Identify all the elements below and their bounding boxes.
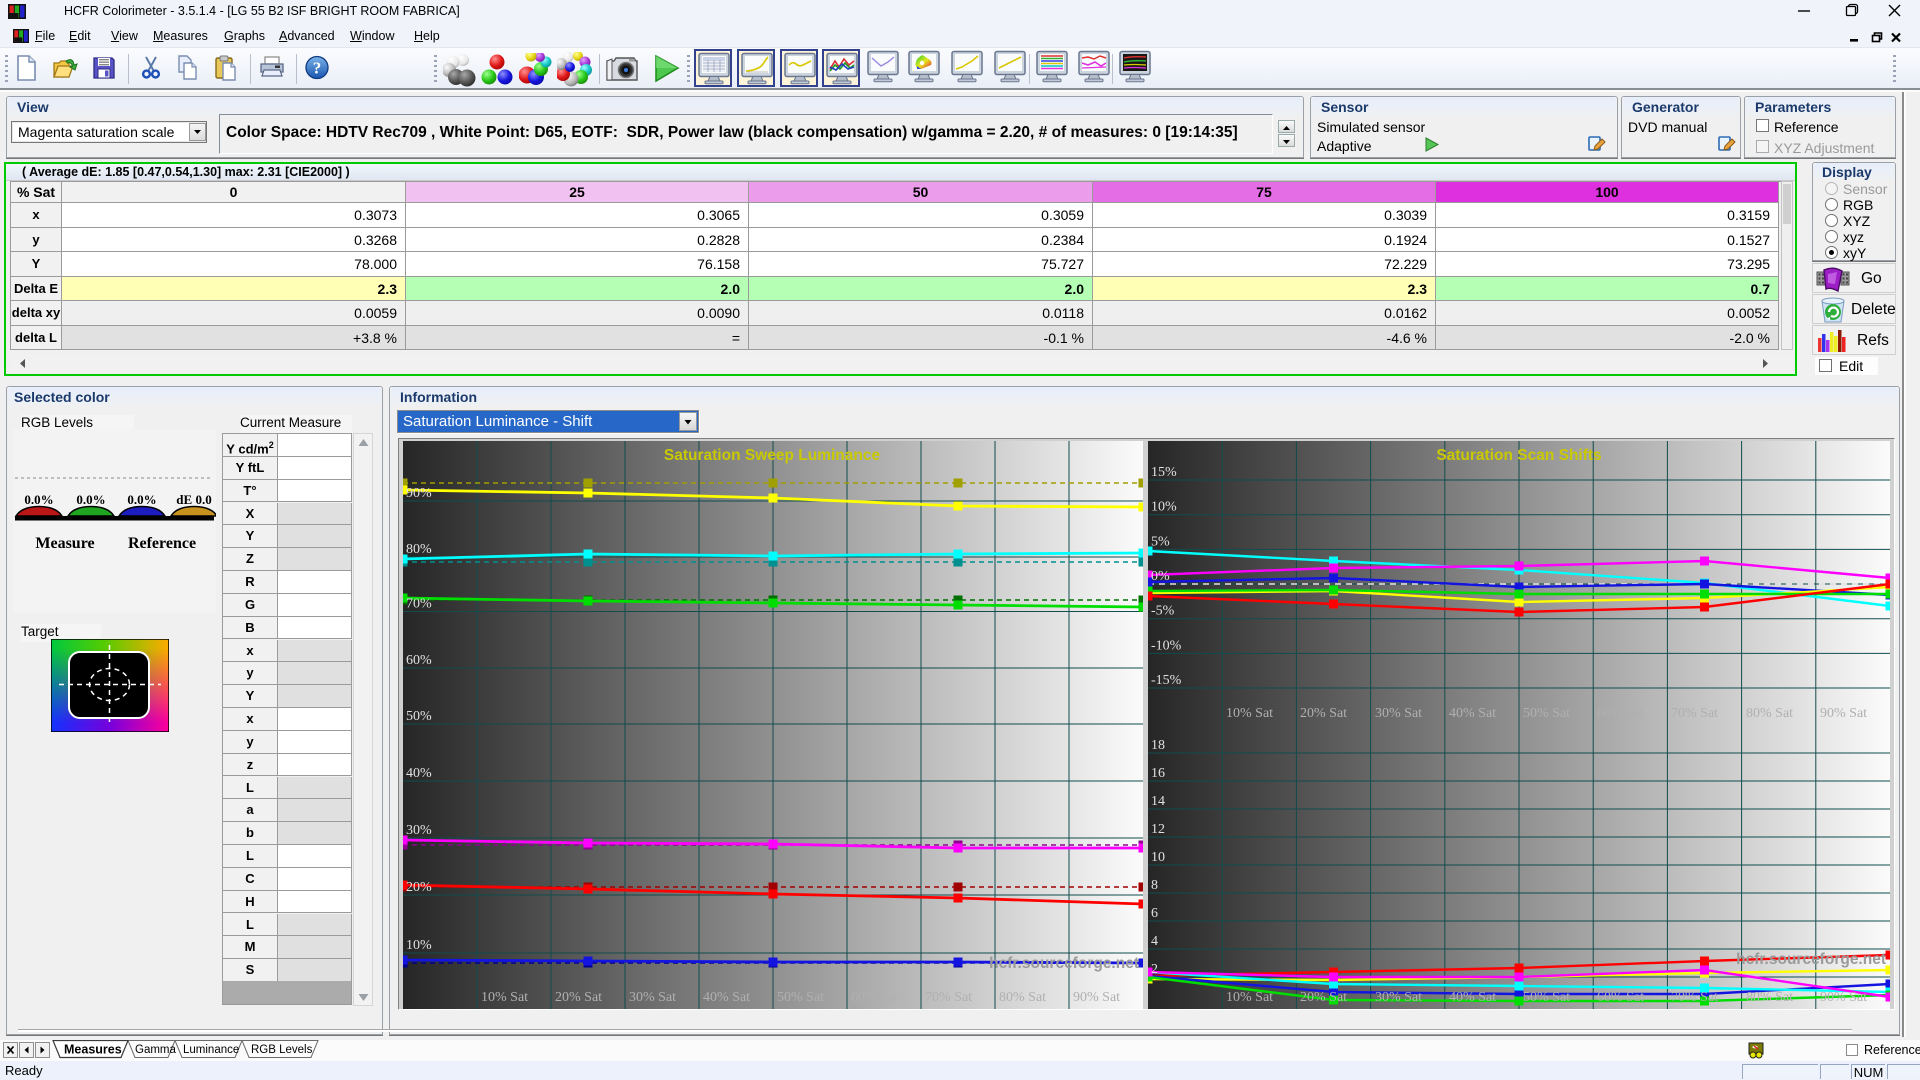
svg-text:6: 6 [1151, 906, 1158, 921]
svg-text:0.0%: 0.0% [24, 492, 53, 507]
svg-text:60% Sat: 60% Sat [1597, 706, 1644, 721]
svg-text:90% Sat: 90% Sat [1820, 706, 1867, 721]
svg-text:70% Sat: 70% Sat [1671, 706, 1718, 721]
svg-text:Measure: Measure [35, 535, 94, 552]
svg-text:RGB Levels: RGB Levels [251, 1044, 313, 1056]
svg-text:?: ? [313, 59, 322, 78]
svg-text:90%: 90% [406, 486, 432, 501]
svg-text:0.0%: 0.0% [127, 492, 156, 507]
svg-text:2: 2 [1151, 962, 1158, 977]
svg-text:50% Sat: 50% Sat [1523, 990, 1570, 1005]
svg-text:18: 18 [1151, 738, 1165, 753]
svg-text:-10%: -10% [1151, 638, 1182, 653]
svg-text:hcfr.sourceforge.net: hcfr.sourceforge.net [1736, 951, 1886, 968]
svg-text:Luminance: Luminance [183, 1044, 239, 1056]
svg-text:50% Sat: 50% Sat [777, 990, 824, 1005]
svg-text:80% Sat: 80% Sat [1746, 706, 1793, 721]
svg-text:10% Sat: 10% Sat [1226, 990, 1273, 1005]
svg-text:-5%: -5% [1151, 604, 1175, 619]
svg-text:40% Sat: 40% Sat [703, 990, 750, 1005]
svg-text:-15%: -15% [1151, 673, 1182, 688]
svg-text:30% Sat: 30% Sat [629, 990, 676, 1005]
svg-text:80% Sat: 80% Sat [1746, 990, 1793, 1005]
svg-text:8: 8 [1151, 878, 1158, 893]
svg-text:20% Sat: 20% Sat [1300, 990, 1347, 1005]
svg-text:20%: 20% [406, 880, 432, 895]
svg-text:70%: 70% [406, 597, 432, 612]
svg-text:40% Sat: 40% Sat [1449, 706, 1496, 721]
svg-text:Gamma: Gamma [135, 1044, 177, 1056]
svg-text:20% Sat: 20% Sat [555, 990, 602, 1005]
svg-text:10%: 10% [1151, 500, 1177, 515]
svg-text:90% Sat: 90% Sat [1820, 990, 1867, 1005]
svg-text:4: 4 [1151, 934, 1158, 949]
svg-text:40%: 40% [406, 766, 432, 781]
svg-text:30% Sat: 30% Sat [1375, 706, 1422, 721]
svg-text:14: 14 [1151, 794, 1165, 809]
svg-text:30%: 30% [406, 823, 432, 838]
svg-text:15%: 15% [1151, 465, 1177, 480]
svg-text:60%: 60% [406, 653, 432, 668]
svg-text:Saturation Sweep Luminance: Saturation Sweep Luminance [664, 447, 881, 464]
svg-text:80%: 80% [406, 542, 432, 557]
svg-text:10: 10 [1151, 850, 1165, 865]
svg-text:dE 0.0: dE 0.0 [176, 492, 211, 507]
svg-text:50%: 50% [406, 709, 432, 724]
svg-text:70% Sat: 70% Sat [925, 990, 972, 1005]
svg-text:Reference: Reference [128, 535, 196, 552]
svg-text:0.0%: 0.0% [76, 492, 105, 507]
svg-text:Measures: Measures [64, 1043, 122, 1057]
svg-text:60% Sat: 60% Sat [851, 990, 898, 1005]
svg-text:10%: 10% [406, 938, 432, 953]
svg-text:50% Sat: 50% Sat [1523, 706, 1570, 721]
svg-text:Saturation Scan Shifts: Saturation Scan Shifts [1436, 447, 1601, 464]
svg-text:5%: 5% [1151, 534, 1170, 549]
svg-text:40% Sat: 40% Sat [1449, 990, 1496, 1005]
svg-text:30% Sat: 30% Sat [1375, 990, 1422, 1005]
svg-text:90% Sat: 90% Sat [1073, 990, 1120, 1005]
svg-text:0%: 0% [1151, 569, 1170, 584]
svg-text:20% Sat: 20% Sat [1300, 706, 1347, 721]
svg-text:12: 12 [1151, 822, 1165, 837]
svg-text:16: 16 [1151, 766, 1165, 781]
svg-text:60% Sat: 60% Sat [1597, 990, 1644, 1005]
svg-text:10% Sat: 10% Sat [481, 990, 528, 1005]
svg-text:10% Sat: 10% Sat [1226, 706, 1273, 721]
svg-text:80% Sat: 80% Sat [999, 990, 1046, 1005]
svg-text:hcfr.sourceforge.net: hcfr.sourceforge.net [989, 955, 1139, 972]
svg-text:70% Sat: 70% Sat [1671, 990, 1718, 1005]
